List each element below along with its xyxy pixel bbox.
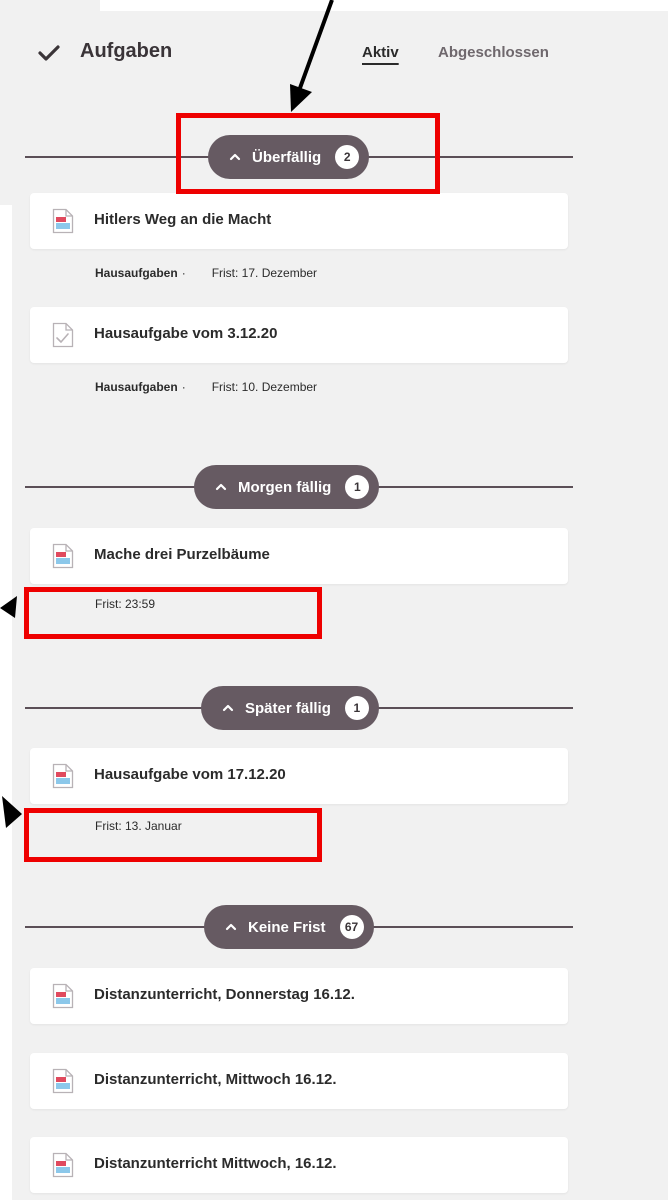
- arrow-line-top: [298, 0, 334, 89]
- arrow-head-top: [290, 84, 312, 112]
- arrow-head-left-2: [2, 796, 22, 828]
- annotation-arrows: [0, 0, 334, 828]
- arrow-head-left-1: [0, 596, 17, 618]
